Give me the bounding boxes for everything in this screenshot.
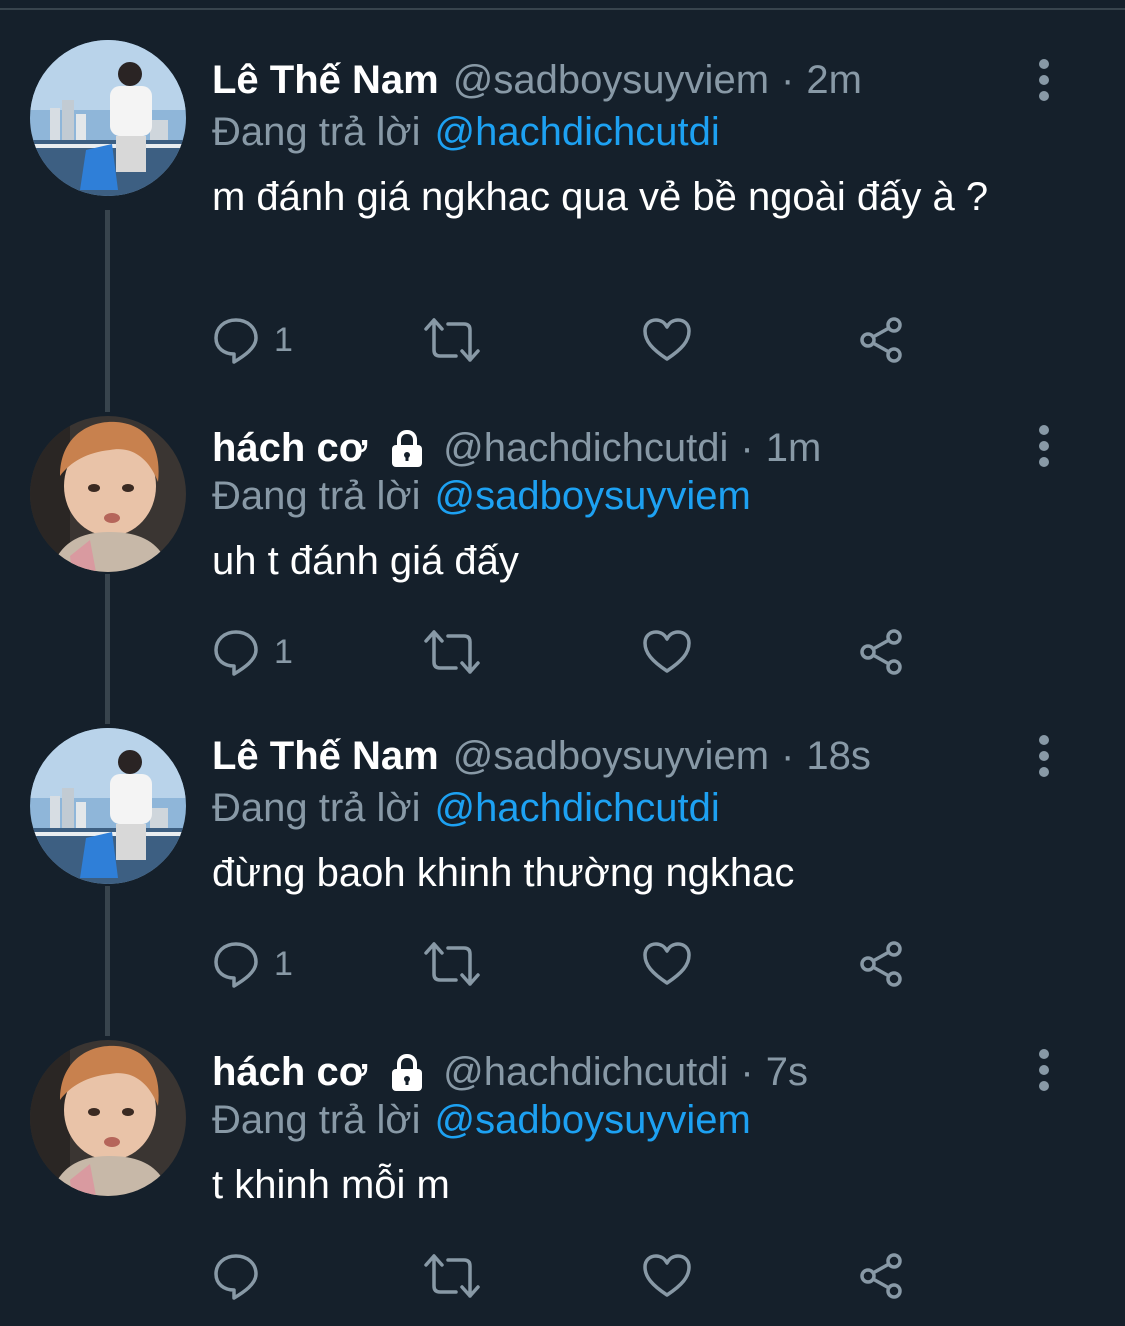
retweet-icon: [424, 1254, 480, 1298]
tweet-text: t khinh mỗi m: [212, 1163, 450, 1207]
share-icon: [860, 317, 902, 363]
display-name[interactable]: Lê Thế Nam: [212, 728, 439, 784]
more-vertical-icon[interactable]: [1024, 424, 1064, 468]
reply-icon: [214, 318, 258, 364]
like-button[interactable]: [642, 936, 692, 992]
action-bar: 1: [212, 936, 932, 996]
tweet-header: Lê Thế Nam @sadboysuyviem · 2m: [212, 52, 862, 108]
reply-button[interactable]: 1: [212, 624, 293, 680]
avatar[interactable]: [30, 40, 186, 196]
replying-to-label: Đang trả lời: [212, 110, 421, 154]
like-button[interactable]: [642, 624, 692, 680]
replying-to: Đang trả lời @sadboysuyviem: [212, 468, 751, 524]
lock-icon: [387, 1052, 427, 1092]
reply-mention-link[interactable]: @hachdichcutdi: [435, 110, 720, 154]
reply-button[interactable]: 1: [212, 936, 293, 992]
reply-mention-link[interactable]: @sadboysuyviem: [435, 1098, 751, 1142]
retweet-icon: [424, 630, 480, 674]
retweet-button[interactable]: [424, 624, 480, 680]
timestamp[interactable]: 7s: [766, 1044, 808, 1100]
reply-button[interactable]: 1: [212, 312, 293, 368]
heart-icon: [643, 942, 691, 985]
lock-icon: [387, 428, 427, 468]
share-icon: [860, 1253, 902, 1299]
share-icon: [860, 941, 902, 987]
tweet-3[interactable]: Lê Thế Nam @sadboysuyviem · 18s Đang trả…: [0, 676, 1125, 1036]
timestamp[interactable]: 2m: [806, 52, 862, 108]
display-name[interactable]: Lê Thế Nam: [212, 52, 439, 108]
more-vertical-icon[interactable]: [1024, 734, 1064, 778]
replying-to: Đang trả lời @hachdichcutdi: [212, 104, 720, 160]
heart-icon: [643, 318, 691, 361]
share-button[interactable]: [858, 936, 906, 992]
avatar-photo-icon: [30, 40, 186, 196]
avatar-photo-icon: [30, 728, 186, 884]
reply-icon: [214, 942, 258, 988]
reply-icon: [214, 1254, 258, 1300]
retweet-button[interactable]: [424, 312, 480, 368]
tweet-text: m đánh giá ngkhac qua vẻ bề ngoài đấy à …: [212, 175, 989, 219]
reply-mention-link[interactable]: @sadboysuyviem: [435, 474, 751, 518]
reply-count: 1: [274, 944, 293, 983]
avatar[interactable]: [30, 416, 186, 572]
share-button[interactable]: [858, 1248, 906, 1304]
replying-to-label: Đang trả lời: [212, 786, 421, 830]
tweet-2[interactable]: hách cơ @hachdichcutdi · 1m Đang trả lời…: [0, 364, 1125, 724]
like-button[interactable]: [642, 312, 692, 368]
reply-count: 1: [274, 632, 293, 671]
replying-to-label: Đang trả lời: [212, 1098, 421, 1142]
reply-count: 1: [274, 320, 293, 359]
avatar-photo-icon: [30, 1040, 186, 1196]
heart-icon: [643, 630, 691, 673]
avatar[interactable]: [30, 728, 186, 884]
avatar-photo-icon: [30, 416, 186, 572]
more-vertical-icon[interactable]: [1024, 1048, 1064, 1092]
reply-mention-link[interactable]: @hachdichcutdi: [435, 786, 720, 830]
like-button[interactable]: [642, 1248, 692, 1304]
timestamp[interactable]: 18s: [806, 728, 871, 784]
share-icon: [860, 629, 902, 675]
reply-icon: [214, 630, 258, 676]
replying-to: Đang trả lời @hachdichcutdi: [212, 780, 720, 836]
tweet-text: uh t đánh giá đấy: [212, 539, 519, 583]
retweet-icon: [424, 942, 480, 986]
user-handle[interactable]: @sadboysuyviem: [453, 52, 769, 108]
tweet-4[interactable]: hách cơ @hachdichcutdi · 7s Đang trả lời…: [0, 988, 1125, 1326]
retweet-icon: [424, 318, 480, 362]
heart-icon: [643, 1254, 691, 1297]
retweet-button[interactable]: [424, 1248, 480, 1304]
tweet-header: Lê Thế Nam @sadboysuyviem · 18s: [212, 728, 871, 784]
avatar[interactable]: [30, 1040, 186, 1196]
separator-dot: ·: [781, 58, 795, 102]
user-handle[interactable]: @sadboysuyviem: [453, 728, 769, 784]
retweet-button[interactable]: [424, 936, 480, 992]
replying-to: Đang trả lời @sadboysuyviem: [212, 1092, 751, 1148]
action-bar: [212, 1248, 932, 1308]
action-bar: 1: [212, 312, 932, 372]
more-vertical-icon[interactable]: [1024, 58, 1064, 102]
tweet-1[interactable]: Lê Thế Nam @sadboysuyviem · 2m Đang trả …: [0, 0, 1125, 412]
separator-dot: ·: [781, 734, 795, 778]
share-button[interactable]: [858, 624, 906, 680]
reply-button[interactable]: [212, 1248, 274, 1304]
tweet-text: đừng baoh khinh thường ngkhac: [212, 851, 795, 895]
action-bar: 1: [212, 624, 932, 684]
replying-to-label: Đang trả lời: [212, 474, 421, 518]
share-button[interactable]: [858, 312, 906, 368]
timestamp[interactable]: 1m: [766, 420, 822, 476]
